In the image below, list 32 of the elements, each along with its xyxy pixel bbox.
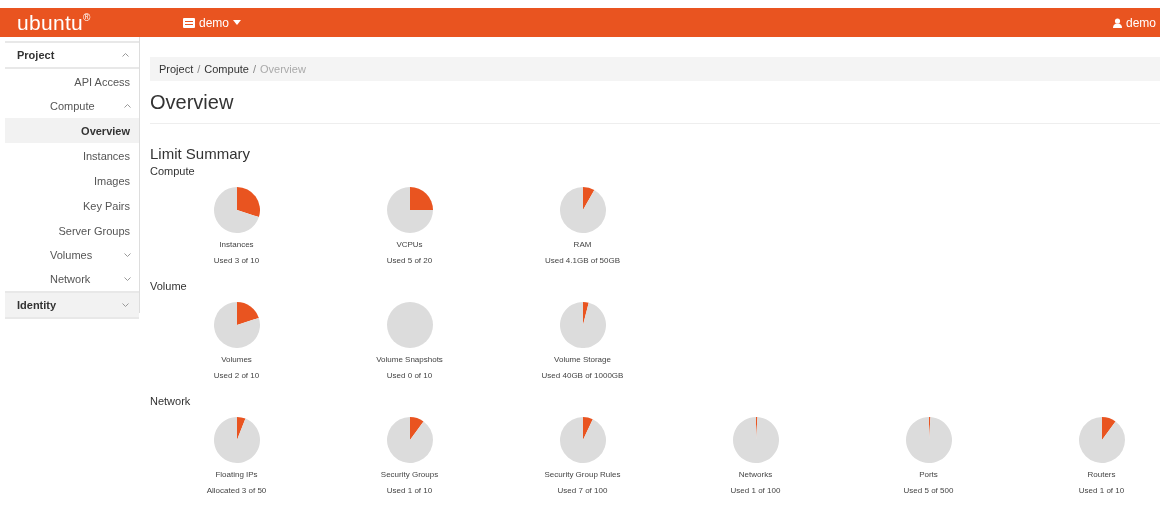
- page-title: Overview: [150, 91, 1160, 124]
- limit-usage: Used 0 of 10: [386, 371, 433, 380]
- limit-usage: Used 2 of 10: [213, 371, 260, 380]
- limit-name: VCPUs: [396, 240, 423, 249]
- limit-usage: Used 4.1GB of 50GB: [544, 256, 621, 265]
- limit-usage: Used 1 of 10: [386, 486, 433, 495]
- limit-name: RAM: [573, 240, 592, 249]
- limit-usage: Used 5 of 20: [386, 256, 433, 265]
- section-title: Limit Summary: [150, 145, 251, 162]
- limit-name: Security Group Rules: [544, 470, 621, 479]
- limit-usage: Used 1 of 10: [1078, 486, 1125, 495]
- group-title: Network: [150, 395, 192, 407]
- limit-name: Instances: [219, 240, 254, 249]
- limit-name: Networks: [738, 470, 773, 479]
- limit-usage: Used 7 of 100: [557, 486, 608, 495]
- limit-usage: Allocated 3 of 50: [206, 486, 267, 495]
- limit-name: Volume Storage: [554, 355, 611, 364]
- limit-name: Ports: [919, 470, 938, 479]
- limit-name: Floating IPs: [215, 470, 258, 479]
- limit-usage: Used 1 of 100: [730, 486, 781, 495]
- group-title: Compute: [150, 165, 196, 177]
- limit-name: Routers: [1087, 470, 1116, 479]
- limit-usage: Used 3 of 10: [213, 256, 260, 265]
- breadcrumb-separator: /: [197, 63, 201, 75]
- limit-name: Security Groups: [380, 470, 439, 479]
- limit-usage: Used 40GB of 1000GB: [541, 371, 624, 380]
- limit-name: Volume Snapshots: [376, 355, 443, 364]
- limit-usage: Used 5 of 500: [903, 486, 954, 495]
- limit-name: Volumes: [221, 355, 252, 364]
- brand-logo: ubuntu®: [16, 10, 92, 35]
- breadcrumb-separator: /: [252, 63, 256, 75]
- group-title: Volume: [150, 280, 188, 292]
